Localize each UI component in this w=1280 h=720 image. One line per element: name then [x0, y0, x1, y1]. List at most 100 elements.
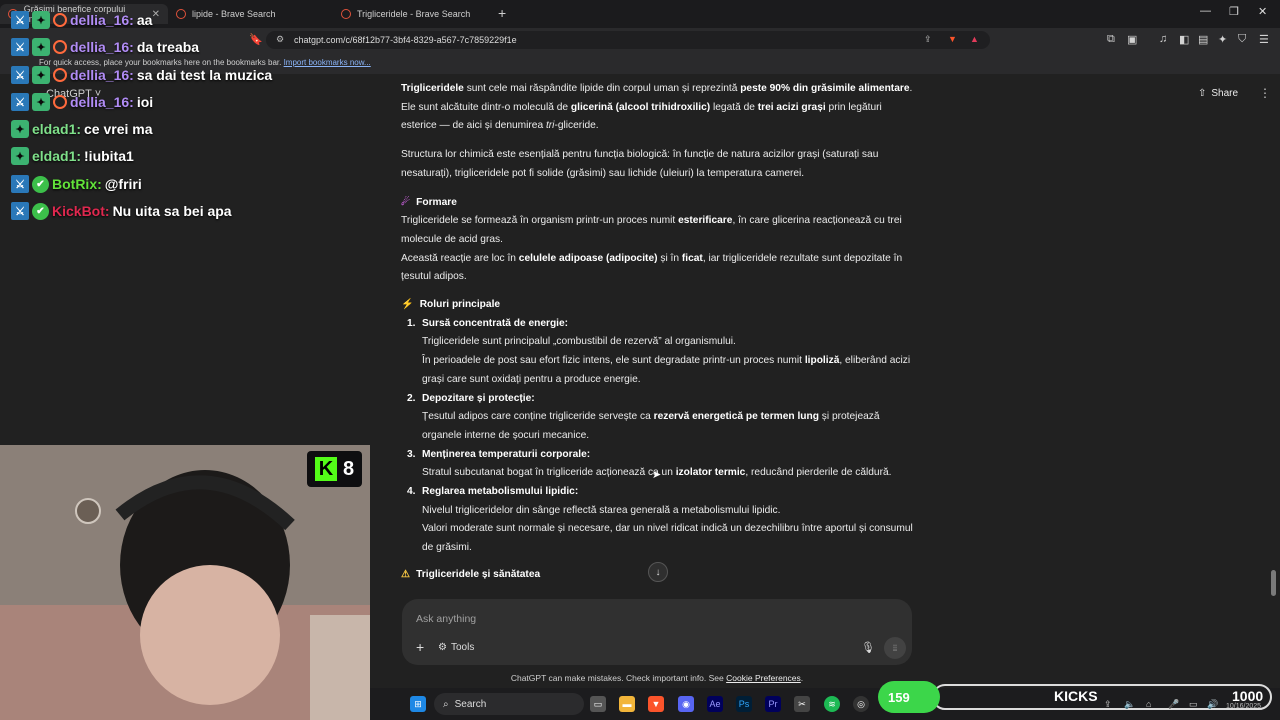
roles-list: 1. Sursă concentrată de energie: Triglic… [401, 315, 913, 558]
network-icon[interactable]: ⌂ [1146, 699, 1151, 709]
warning-icon: ⚠ [401, 568, 411, 580]
sword-badge-icon: ⚔ [11, 175, 29, 193]
brave-browser-icon[interactable]: ▼ [648, 696, 664, 712]
formation-heading: ☄ Formare [401, 194, 913, 213]
ring-badge-icon [53, 95, 67, 109]
prompt-input[interactable] [414, 608, 838, 630]
gift-badge-icon: ✦ [32, 66, 50, 84]
more-options-icon[interactable]: ⋮ [1259, 86, 1271, 100]
voice-mode-button[interactable]: ⦙⦙ [884, 637, 906, 659]
speaker-icon[interactable]: 🔊 [1207, 699, 1218, 710]
kick-points-pill: 159 [878, 681, 940, 713]
text: , reducând pierderile de căldură. [745, 467, 892, 479]
text: Trigliceridele se formează în organism p… [401, 215, 679, 227]
heading-text: Trigliceridele și sănătatea [416, 568, 541, 580]
chat-username: eldad1: [32, 121, 82, 137]
gift-badge-icon: ✦ [32, 38, 50, 56]
chat-username: eldad1: [32, 148, 82, 164]
chat-text: ce vrei ma [84, 121, 153, 137]
chat-username: dellia_16: [70, 94, 134, 110]
share-page-icon[interactable]: ⇪ [924, 34, 932, 45]
chat-text: ioi [136, 94, 154, 110]
list-number: 3. [407, 448, 416, 460]
brave-shields-icon[interactable]: ▼ [948, 34, 957, 44]
file-explorer-icon[interactable]: ▬ [619, 696, 635, 712]
extensions-icon[interactable]: ⧉ [1107, 33, 1115, 46]
task-view-icon[interactable]: ▭ [590, 696, 606, 712]
text: . [800, 673, 804, 683]
gift-badge-icon: ✦ [11, 147, 29, 165]
tools-button[interactable]: ⚙ Tools [438, 642, 474, 653]
screenshot-icon[interactable]: ▣ [1127, 33, 1137, 46]
disclaimer: ChatGPT can make mistakes. Check importa… [402, 673, 912, 683]
new-tab-icon[interactable]: + [498, 5, 506, 21]
maximize-icon[interactable]: ❐ [1229, 5, 1239, 18]
share-button[interactable]: ⇧ Share [1198, 88, 1238, 99]
roles-heading: ⚡ Roluri principale [401, 296, 913, 315]
windows-start-icon[interactable]: ⊞ [410, 696, 426, 712]
scroll-to-bottom-button[interactable]: ↓ [648, 562, 668, 582]
list-item: 4. Reglarea metabolismului lipidic: Nive… [401, 483, 913, 558]
disclaimer-text: ChatGPT can make mistakes. Check importa… [510, 673, 727, 683]
address-bar[interactable]: ⚙ chatgpt.com/c/68f12b77-3bf4-8329-a567-… [266, 31, 990, 49]
microphone-icon[interactable]: 🎙 [861, 641, 875, 654]
window-close-icon[interactable]: ✕ [1258, 5, 1267, 18]
intro-paragraph: Trigliceridele sunt cele mai răspândite … [401, 80, 913, 99]
leo-ai-icon[interactable]: ✦ [1218, 33, 1227, 46]
text: legată de [710, 101, 758, 113]
obs-icon[interactable]: ◎ [853, 696, 869, 712]
chat-message: ⚔ ✦ dellia_16: da treaba [11, 38, 199, 56]
bold-text: esterificare [678, 215, 733, 227]
heading-text: Roluri principale [419, 299, 501, 311]
formation-location-paragraph: Această reacție are loc în celulele adip… [401, 250, 913, 287]
after-effects-icon[interactable]: Ae [707, 696, 723, 712]
points-value: 159 [888, 689, 910, 705]
sword-badge-icon: ⚔ [11, 11, 29, 29]
tools-icon: ⚙ [438, 642, 447, 653]
share-icon: ⇧ [1198, 88, 1207, 99]
chat-message: ⚔ ✔ KickBot: Nu uita sa bei apa [11, 202, 232, 220]
volume-icon[interactable]: 🔈 [1124, 699, 1135, 710]
text: Țesutul adipos care conține trigliceride… [422, 411, 654, 423]
spotify-icon[interactable]: ≋ [824, 696, 840, 712]
vpn-icon[interactable]: ⛉ [1238, 33, 1246, 46]
add-attachment-icon[interactable]: + [416, 639, 424, 655]
photoshop-icon[interactable]: Ps [736, 696, 752, 712]
structure-paragraph: Structura lor chimică este esențială pen… [401, 149, 879, 179]
sidebar-toggle-icon[interactable]: ◧ [1179, 33, 1189, 46]
capcut-icon[interactable]: ✂ [794, 696, 810, 712]
sword-badge-icon: ⚔ [11, 93, 29, 111]
heading-text: Formare [416, 196, 457, 208]
text: Valori moderate sunt normale și necesare… [422, 523, 913, 554]
menu-icon[interactable]: ☰ [1259, 33, 1269, 46]
text: -gliceride. [554, 120, 599, 132]
discord-icon[interactable]: ◉ [678, 696, 694, 712]
mouse-cursor-icon: ➤ [652, 469, 662, 481]
list-item-title: Menținerea temperaturii corporale: [422, 448, 591, 460]
media-icon[interactable]: ♫ [1159, 33, 1167, 45]
display-icon[interactable]: ▭ [1189, 699, 1198, 710]
sword-badge-icon: ⚔ [11, 38, 29, 56]
share-tray-icon[interactable]: ⇪ [1104, 699, 1112, 710]
bold-text: celulele adipoase (adipocite) [518, 252, 658, 264]
list-number: 4. [407, 486, 416, 498]
bold-text: trei acizi grași [757, 101, 826, 113]
page-scrollbar[interactable] [1271, 570, 1276, 596]
wallet-icon[interactable]: ▤ [1198, 33, 1208, 46]
premiere-icon[interactable]: Pr [765, 696, 781, 712]
chat-username: dellia_16: [70, 67, 134, 83]
bold-text: ficat [681, 252, 703, 264]
chat-text: !iubita1 [84, 148, 134, 164]
taskbar-search[interactable]: ⌕ Search [434, 693, 584, 715]
search-icon: ⌕ [443, 698, 449, 710]
text: Ele sunt alcătuite dintr-o moleculă de [401, 101, 571, 113]
brave-rewards-icon[interactable]: ▲ [970, 34, 979, 44]
list-item-title: Sursă concentrată de energie: [422, 317, 569, 329]
minimize-icon[interactable]: — [1200, 5, 1211, 17]
text: În perioadele de post sau efort fizic in… [422, 355, 805, 367]
cookie-preferences-link[interactable]: Cookie Preferences [726, 673, 801, 683]
sword-badge-icon: ⚔ [11, 202, 29, 220]
list-number: 1. [407, 317, 416, 329]
mic-tray-icon[interactable]: 🎤 [1168, 699, 1179, 710]
bold-text: rezervă energetică pe termen lung [653, 411, 819, 423]
